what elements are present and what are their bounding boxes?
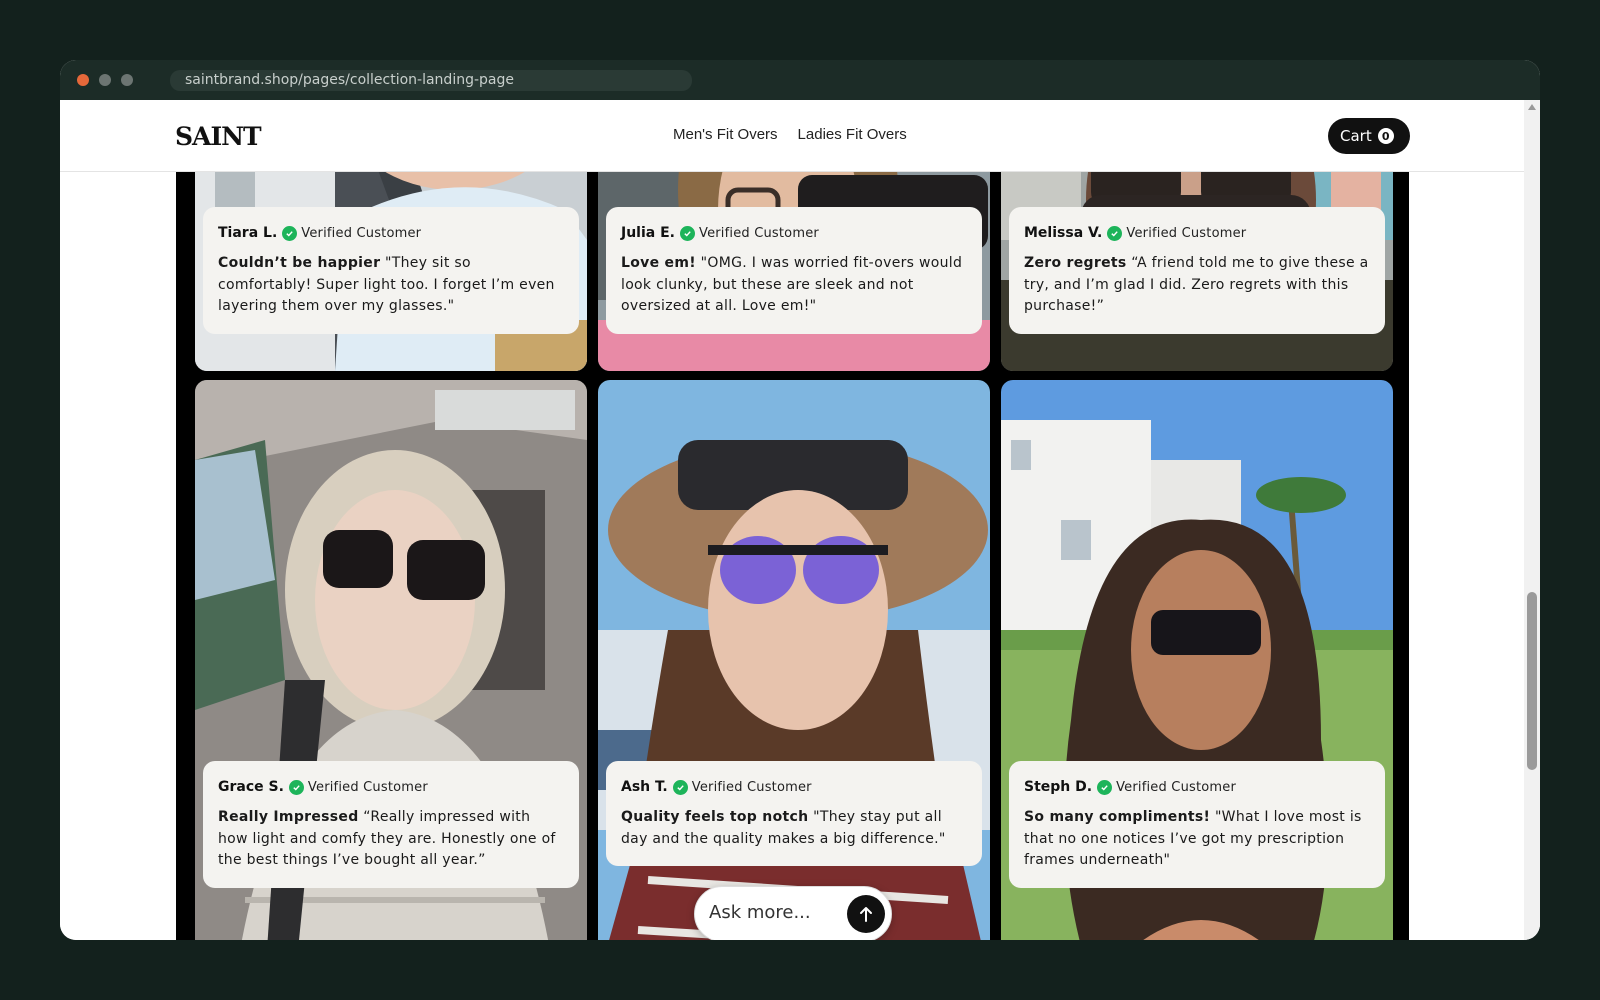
- review-title: Couldn’t be happier: [218, 255, 381, 271]
- verified-check-icon: [679, 225, 695, 241]
- nav-mens-fit-overs[interactable]: Men's Fit Overs: [673, 126, 778, 143]
- main-nav: Men's Fit Overs Ladies Fit Overs: [673, 126, 907, 143]
- reviewer-name: Melissa V.: [1024, 225, 1103, 241]
- review-card: Ash T. Verified Customer Quality feels t…: [598, 380, 990, 940]
- verified-label: Verified Customer: [1116, 779, 1237, 795]
- review-title: Love em!: [621, 255, 696, 271]
- review-title: Quality feels top notch: [621, 809, 809, 825]
- arrow-up-icon: [860, 907, 872, 922]
- verified-label: Verified Customer: [691, 779, 812, 795]
- scrollbar-thumb[interactable]: [1527, 592, 1537, 770]
- maximize-window-button[interactable]: [121, 74, 133, 86]
- site-header: SAINT Men's Fit Overs Ladies Fit Overs C…: [60, 100, 1524, 172]
- svg-text:SAINT: SAINT: [175, 122, 262, 150]
- review-box: Melissa V. Verified Customer Zero regret…: [1009, 207, 1385, 334]
- verified-label: Verified Customer: [698, 225, 819, 241]
- nav-ladies-fit-overs[interactable]: Ladies Fit Overs: [798, 126, 907, 143]
- verified-check-icon: [672, 779, 688, 795]
- scroll-up-arrow-icon[interactable]: [1528, 104, 1536, 110]
- ask-chat-widget: [694, 886, 892, 940]
- browser-titlebar: saintbrand.shop/pages/collection-landing…: [60, 60, 1540, 100]
- close-window-button[interactable]: [77, 74, 89, 86]
- cart-button[interactable]: Cart 0: [1328, 118, 1410, 154]
- verified-label: Verified Customer: [307, 779, 428, 795]
- review-title: Really Impressed: [218, 809, 359, 825]
- ask-submit-button[interactable]: [847, 895, 885, 933]
- verified-check-icon: [288, 779, 304, 795]
- ask-input[interactable]: [709, 897, 839, 927]
- cart-label: Cart: [1340, 127, 1372, 145]
- review-card: Grace S. Verified Customer Really Impres…: [195, 380, 587, 940]
- reviews-gallery: Tiara L. Verified Customer Couldn’t be h…: [176, 100, 1409, 940]
- verified-check-icon: [282, 225, 298, 241]
- review-box: Ash T. Verified Customer Quality feels t…: [606, 761, 982, 866]
- page-viewport: Tiara L. Verified Customer Couldn’t be h…: [60, 100, 1540, 940]
- review-box: Julia E. Verified Customer Love em! "OMG…: [606, 207, 982, 334]
- review-card: Steph D. Verified Customer So many compl…: [1001, 380, 1393, 940]
- minimize-window-button[interactable]: [99, 74, 111, 86]
- review-box: Grace S. Verified Customer Really Impres…: [203, 761, 579, 888]
- verified-label: Verified Customer: [301, 225, 422, 241]
- review-box: Steph D. Verified Customer So many compl…: [1009, 761, 1385, 888]
- reviewer-name: Ash T.: [621, 779, 668, 795]
- reviewer-name: Tiara L.: [218, 225, 278, 241]
- page-scrollbar[interactable]: [1524, 100, 1540, 940]
- reviewer-name: Steph D.: [1024, 779, 1093, 795]
- review-box: Tiara L. Verified Customer Couldn’t be h…: [203, 207, 579, 334]
- reviewer-name: Grace S.: [218, 779, 284, 795]
- verified-check-icon: [1107, 225, 1123, 241]
- verified-check-icon: [1097, 779, 1113, 795]
- review-title: So many compliments!: [1024, 809, 1211, 825]
- address-bar[interactable]: saintbrand.shop/pages/collection-landing…: [170, 70, 692, 91]
- reviewer-name: Julia E.: [621, 225, 675, 241]
- verified-label: Verified Customer: [1126, 225, 1247, 241]
- saint-logo[interactable]: SAINT: [175, 122, 265, 150]
- review-title: Zero regrets: [1024, 255, 1127, 271]
- browser-window: saintbrand.shop/pages/collection-landing…: [60, 60, 1540, 940]
- cart-count-badge: 0: [1377, 128, 1394, 144]
